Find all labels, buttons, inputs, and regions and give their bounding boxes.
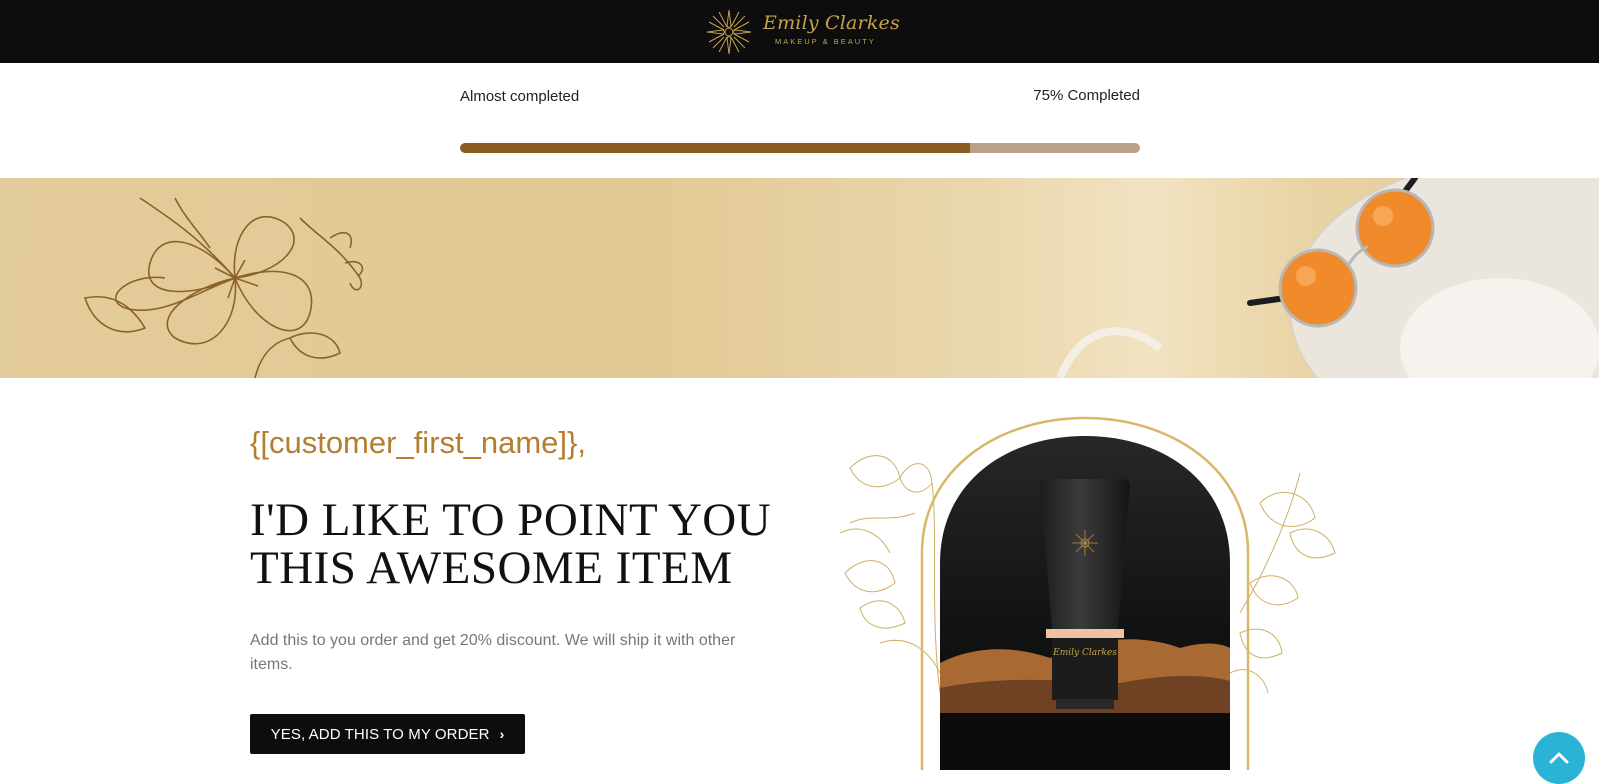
hero-banner-image: [0, 178, 1599, 378]
offer-description: Add this to you order and get 20% discou…: [250, 632, 736, 673]
site-header: Emily Clarkes MAKEUP & BEAUTY: [0, 0, 1599, 63]
progress-bar: [460, 143, 1140, 153]
product-image: Emily Clarkes: [820, 413, 1360, 770]
headline-line-2: THIS AWESOME ITEM: [250, 542, 733, 594]
foundation-tube: Emily Clarkes: [1040, 479, 1130, 709]
brand-logo[interactable]: Emily Clarkes MAKEUP & BEAUTY: [705, 6, 900, 56]
floral-outline-right: [1229, 472, 1336, 694]
brand-tagline: MAKEUP & BEAUTY: [775, 37, 876, 46]
offer-headline: I'D LIKE TO POINT YOU THIS AWESOME ITEM: [250, 496, 810, 592]
headline-line-1: I'D LIKE TO POINT YOU: [250, 494, 772, 546]
chevron-right-icon: ›: [499, 726, 505, 742]
flower-logo-icon: [706, 9, 752, 55]
floral-outline-left: [839, 455, 941, 694]
flower-line-art: [83, 197, 364, 378]
progress-status-label: Almost completed: [460, 88, 580, 105]
brand-name: Emily Clarkes: [763, 12, 900, 34]
add-to-order-button-label: YES, ADD THIS TO MY ORDER: [270, 725, 490, 743]
tube-brand-label: Emily Clarkes: [1052, 648, 1117, 658]
scroll-to-top-button[interactable]: [1533, 732, 1585, 784]
banner-illustration: [83, 178, 1599, 378]
add-to-order-button[interactable]: YES, ADD THIS TO MY ORDER ›: [250, 714, 525, 754]
progress-bar-fill: [460, 143, 970, 153]
chevron-up-icon: [1549, 752, 1569, 764]
progress-percent-label: 75% Completed: [1033, 87, 1140, 104]
customer-greeting: {[customer_first_name]},: [250, 425, 586, 460]
bag-strap: [1056, 327, 1163, 378]
